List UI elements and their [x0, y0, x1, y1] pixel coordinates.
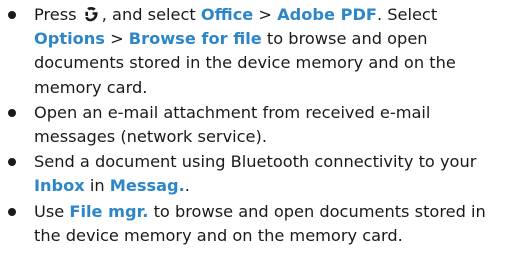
text: in: [84, 176, 110, 196]
menu-key-icon: [83, 5, 101, 23]
menu-item-browse-for-file: Browse for file: [128, 29, 262, 49]
text: Send a document using Bluetooth connecti…: [34, 152, 477, 172]
list-item: Press , and select Office > Adobe PDF. S…: [0, 3, 520, 100]
text: . Select: [376, 5, 438, 24]
app-file-manager: File mgr.: [69, 201, 149, 221]
text: , and select: [101, 5, 201, 24]
bullet-icon: [8, 108, 16, 117]
text: .: [184, 176, 190, 196]
text: >: [253, 5, 278, 24]
bullet-icon: [8, 158, 16, 167]
text: Use: [34, 201, 70, 221]
menu-item-adobe-pdf: Adobe PDF: [277, 5, 377, 24]
folder-inbox: Inbox: [34, 176, 85, 196]
bullet-icon: [8, 207, 16, 216]
bullet-icon: [8, 11, 16, 19]
list-item: Send a document using Bluetooth connecti…: [0, 150, 520, 198]
menu-item-options: Options: [34, 29, 105, 49]
list-item: Use File mgr. to browse and open documen…: [0, 200, 520, 248]
text: Press: [34, 5, 82, 24]
app-messaging: Messag.: [109, 176, 185, 196]
menu-item-office: Office: [200, 5, 254, 24]
list-item: Open an e-mail attachment from received …: [0, 101, 520, 149]
bullet-list: Press , and select Office > Adobe PDF. S…: [0, 0, 520, 248]
text: >: [104, 29, 129, 49]
text: Open an e-mail attachment from received …: [34, 102, 431, 147]
